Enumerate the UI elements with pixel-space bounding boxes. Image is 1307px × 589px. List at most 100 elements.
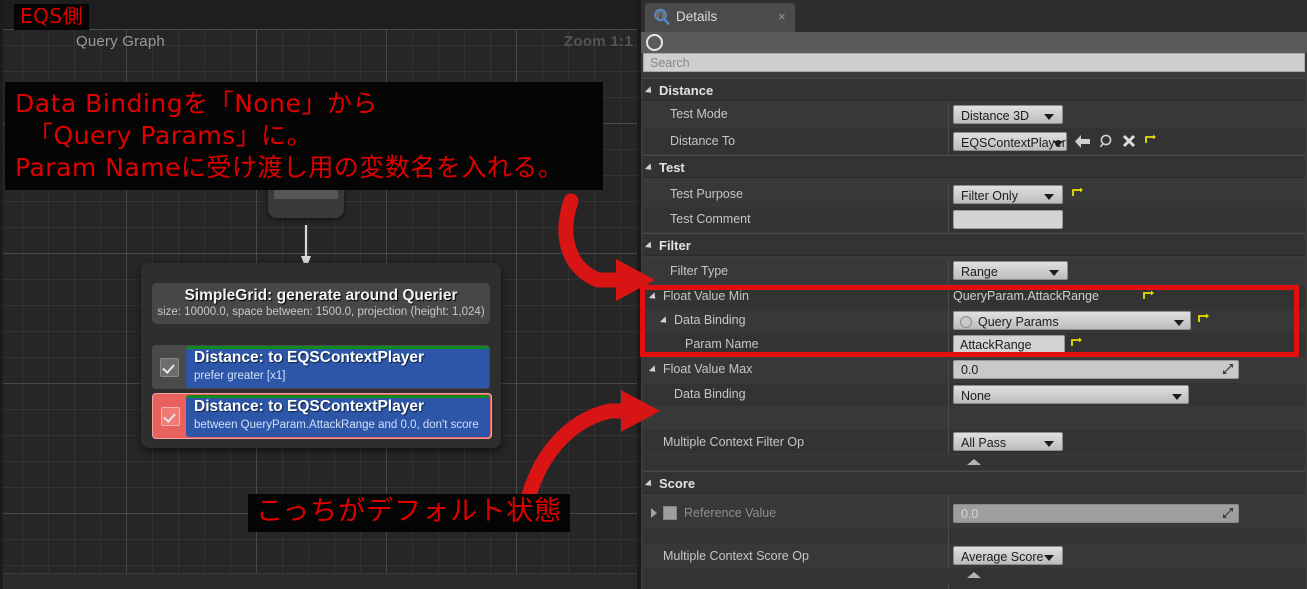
section-header-test[interactable]: Test — [643, 155, 1305, 178]
expand-triangle-icon[interactable] — [649, 365, 658, 374]
dropdown-multiple-context-score-op[interactable]: Average Score — [953, 546, 1063, 565]
chevron-down-icon — [1044, 441, 1054, 447]
row-spacer — [643, 583, 1305, 589]
test-body[interactable]: Distance: to EQSContextPlayer prefer gre… — [186, 346, 489, 388]
reference-value-checkbox[interactable] — [663, 506, 677, 520]
dropdown-value: Average Score — [961, 550, 1043, 564]
row-divider — [948, 430, 949, 454]
test-title: Distance: to EQSContextPlayer — [194, 398, 424, 416]
generator-title: SimpleGrid: generate around Querier — [152, 287, 490, 305]
row-divider — [948, 406, 949, 430]
row-label: Test Purpose — [670, 187, 743, 201]
graph-test-row[interactable]: Distance: to EQSContextPlayer prefer gre… — [152, 345, 490, 389]
row-test-mode: Test Mode Distance 3D — [643, 102, 1305, 127]
annotation-bottom-label: こっちがデフォルト状態 — [248, 494, 570, 532]
drag-slider-icon[interactable] — [1223, 364, 1233, 374]
row-divider — [948, 358, 949, 382]
graph-left-edge — [0, 0, 3, 589]
section-header-distance[interactable]: Distance — [643, 78, 1305, 101]
browse-back-icon[interactable] — [1075, 134, 1091, 149]
details-tab-bar: i Details × — [641, 0, 1307, 32]
row-label: Float Value Max — [663, 362, 752, 376]
dropdown-filter-type[interactable]: Range — [953, 261, 1068, 280]
lock-details-icon[interactable] — [646, 34, 663, 51]
test-enabled-checkbox[interactable] — [161, 407, 180, 426]
search-icon[interactable] — [1099, 134, 1114, 149]
collapse-triangle-icon — [645, 163, 654, 172]
section-title: Test — [659, 160, 685, 175]
generator-header: SimpleGrid: generate around Querier size… — [152, 283, 490, 324]
annotation-line: Param Nameに受け渡し用の変数名を入れる。 — [5, 152, 603, 184]
row-spacer — [643, 529, 1305, 544]
dropdown-multiple-context-filter-op[interactable]: All Pass — [953, 432, 1063, 451]
annotation-line: 「Query Params」に。 — [5, 120, 603, 152]
annotation-corner-label: EQS側 — [14, 4, 89, 30]
chevron-down-icon — [1044, 114, 1054, 120]
chevron-down-icon — [1049, 270, 1059, 276]
clear-icon[interactable] — [1122, 134, 1136, 148]
graph-bottom-bar — [0, 574, 641, 589]
row-label: Reference Value — [684, 506, 776, 520]
drag-slider-icon[interactable] — [1223, 508, 1233, 518]
screenshot-root: Query Graph Zoom 1:1 ROOT SimpleGrid: ge… — [0, 0, 1307, 589]
row-divider — [948, 583, 949, 589]
chevron-down-icon — [1053, 141, 1063, 147]
row-multiple-context-filter-op: Multiple Context Filter Op All Pass — [643, 430, 1305, 454]
row-multiple-context-score-op: Multiple Context Score Op Average Score — [643, 544, 1305, 568]
dropdown-data-binding-max[interactable]: None — [953, 385, 1189, 404]
section-title: Distance — [659, 83, 713, 98]
input-value: 0.0 — [961, 507, 978, 521]
annotation-line: Data Bindingを「None」から — [5, 88, 603, 120]
collapse-filter-section-button[interactable] — [643, 455, 1305, 470]
test-subtitle: between QueryParam.AttackRange and 0.0, … — [194, 419, 479, 431]
details-toolbar — [641, 32, 1307, 53]
row-label: Filter Type — [670, 264, 728, 278]
graph-test-row[interactable]: Distance: to EQSContextPlayer between Qu… — [152, 393, 492, 439]
row-spacer — [643, 406, 1305, 430]
annotation-arrow-lower — [445, 383, 675, 508]
row-filter-type: Filter Type Range — [643, 259, 1305, 284]
dropdown-test-purpose[interactable]: Filter Only — [953, 185, 1063, 204]
graph-zoom-level: Zoom 1:1 — [564, 33, 633, 50]
row-divider — [948, 102, 949, 127]
row-divider — [948, 259, 949, 284]
tab-details[interactable]: i Details × — [645, 3, 795, 32]
section-header-score[interactable]: Score — [643, 471, 1305, 494]
row-label: Data Binding — [674, 387, 746, 401]
collapse-triangle-icon — [645, 86, 654, 95]
test-subtitle: prefer greater [x1] — [194, 370, 285, 382]
row-divider — [948, 529, 949, 544]
row-divider — [948, 497, 949, 529]
search-input[interactable]: Search — [643, 53, 1305, 72]
row-data-binding-max: Data Binding None — [643, 383, 1305, 406]
chevron-up-icon — [967, 459, 981, 465]
reset-icon[interactable] — [1071, 187, 1083, 199]
section-header-filter[interactable]: Filter — [643, 233, 1305, 256]
row-divider — [948, 207, 949, 232]
chevron-down-icon — [1172, 394, 1182, 400]
reset-icon[interactable] — [1144, 134, 1156, 146]
test-enabled-checkbox[interactable] — [160, 358, 179, 377]
dropdown-test-mode[interactable]: Distance 3D — [953, 105, 1063, 124]
tab-details-label: Details — [676, 9, 717, 24]
generator-subtitle: size: 10000.0, space between: 1500.0, pr… — [152, 305, 490, 322]
annotation-instruction-block: Data Bindingを「None」から 「Query Params」に。 P… — [5, 82, 603, 190]
annotation-highlight-box — [640, 285, 1299, 357]
input-test-comment[interactable] — [953, 210, 1063, 229]
input-reference-value[interactable]: 0.0 — [953, 504, 1239, 523]
row-divider — [948, 182, 949, 207]
row-label: Test Comment — [670, 212, 751, 226]
close-icon[interactable]: × — [778, 9, 786, 24]
expand-triangle-icon[interactable] — [651, 508, 657, 518]
chevron-down-icon — [1044, 194, 1054, 200]
input-value: 0.0 — [961, 363, 978, 377]
row-label: Distance To — [670, 134, 735, 148]
row-test-comment: Test Comment — [643, 207, 1305, 232]
dropdown-value: All Pass — [961, 436, 1006, 450]
row-divider — [948, 544, 949, 568]
dropdown-distance-to[interactable]: EQSContextPlayer — [953, 132, 1067, 151]
dropdown-value: Range — [961, 265, 998, 279]
input-float-value-max[interactable]: 0.0 — [953, 360, 1239, 379]
row-divider — [948, 128, 949, 154]
collapse-score-section-button[interactable] — [643, 568, 1305, 583]
